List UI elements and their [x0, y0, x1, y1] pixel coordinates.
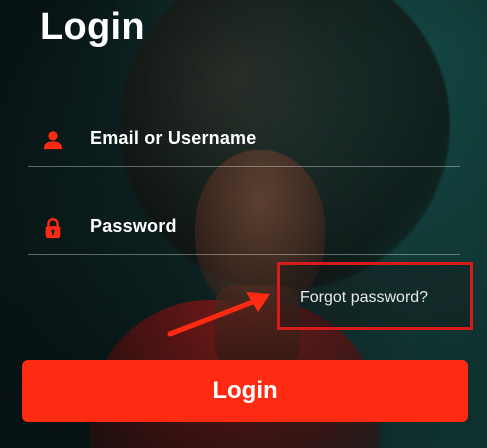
login-button[interactable]: Login	[22, 360, 468, 422]
password-field[interactable]: Password	[28, 202, 460, 255]
page-title: Login	[40, 6, 145, 48]
user-icon	[43, 131, 63, 150]
password-placeholder: Password	[90, 216, 177, 236]
annotation-arrow-icon	[167, 292, 270, 337]
forgot-password-highlight: Forgot password?	[277, 262, 473, 330]
forgot-password-link[interactable]: Forgot password?	[300, 289, 428, 307]
lock-icon	[45, 218, 61, 239]
email-placeholder: Email or Username	[90, 128, 257, 148]
email-field[interactable]: Email or Username	[28, 114, 460, 167]
